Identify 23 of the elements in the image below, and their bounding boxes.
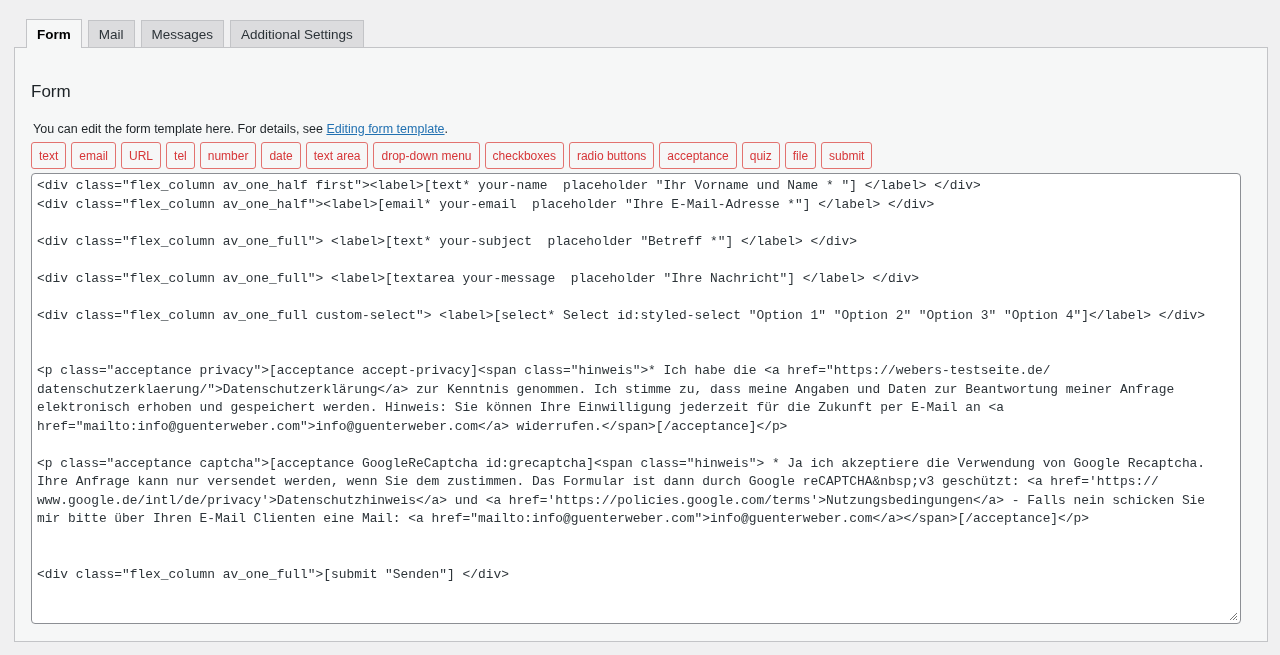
tag-generator-button[interactable]: tel <box>166 142 195 169</box>
tag-generator-button[interactable]: file <box>784 142 817 169</box>
tag-generator-button[interactable]: quiz <box>741 142 780 169</box>
tag-generator-button[interactable]: text area <box>305 142 369 169</box>
description-text: You can edit the form template here. For details, see Editing form template. <box>33 122 450 136</box>
tag-generator-button[interactable]: checkboxes <box>484 142 564 169</box>
tab[interactable]: Additional Settings <box>230 20 364 47</box>
tag-generator-button[interactable]: submit <box>821 142 873 169</box>
tag-generator-button[interactable]: acceptance <box>659 142 737 169</box>
tag-generator-button[interactable]: email <box>71 142 117 169</box>
tag-generator-button[interactable]: text <box>31 142 67 169</box>
form-template-editor[interactable]: <div class="flex_column av_one_half first"><label>[text* your-name placeholder "Ihr Vorname und Name * "] </label> </div> <div class="flex_column av_one_half"><label>[email* your-email placeholder "Ihre E-Mail-Adresse *"] </label> </div> <div class="flex_column av_one_full"> <label>[text* your-subject placeholder "Betreff *"] </label> </div> <div class="flex_column av_one_full"> <label>[textarea your-message placeholder "Ihre Nachricht"] </label> </div> <div class="flex_column av_one_full custom-select"> <label>[select* Select id:styled-select "Option 1" "Option 2" "Option 3" "Option 4"]</label> </div> <p class="acceptance privacy">[acceptance accept-privacy]<span class="hinweis">* Ich habe die <a href="https://webers-testseite.de/ datenschutzerklaerung/">Datenschutzerklärung</a> zur Kenntnis genommen. Ich stimme zu, dass meine Angaben und Daten zur Beantwortung meiner Anfrage elektronisch erhoben und gespeichert werden. Hinweis: Sie können Ihre Einwilligung jederzeit für die Zukunft per E-Mail an <a href="mailto:info@guenterweber.com">info@guenterweber.com</a> widerrufen.</span>[/acceptance]</p> <p class="acceptance captcha">[acceptance GoogleReCaptcha id:grecaptcha]<span class="hinweis"> * Ja ich akzeptiere die Verwendung von Google Recaptcha. Ihre Anfrage kann nur versendet werden, wenn Sie dem zustimmen. Das Formular ist dann durch Google reCAPTCHA&nbsp;v3 geschützt: <a href='https:// www.google.de/intl/de/privacy'>Datenschutzhinweis</a> und <a href='https://policies.google.com/terms'>Nutzungsbedingungen</a> - Falls nein schicken Sie mir bitte über Ihren E-Mail Clienten eine Mail: <a href="mailto:info@guenterweber.com">info@guenterweber.com</a></span>[/acceptance]</p> <div class="flex_column av_one_full">[submit "Senden"] </div> <box>31 173 1241 624</box>
resize-grip-icon[interactable] <box>1228 611 1238 621</box>
tag-generator-button[interactable]: date <box>261 142 301 169</box>
editing-template-link[interactable]: Editing form template <box>326 122 445 136</box>
tag-generator-button[interactable]: drop-down menu <box>373 142 480 169</box>
tag-generator-button[interactable]: radio buttons <box>568 142 655 169</box>
tab[interactable]: Form <box>26 19 82 48</box>
tab[interactable]: Mail <box>87 20 135 47</box>
section-heading: Form <box>31 82 72 102</box>
tag-generator-button[interactable]: URL <box>121 142 162 169</box>
tag-generator-button[interactable]: number <box>199 142 257 169</box>
tab[interactable]: Messages <box>140 20 225 47</box>
